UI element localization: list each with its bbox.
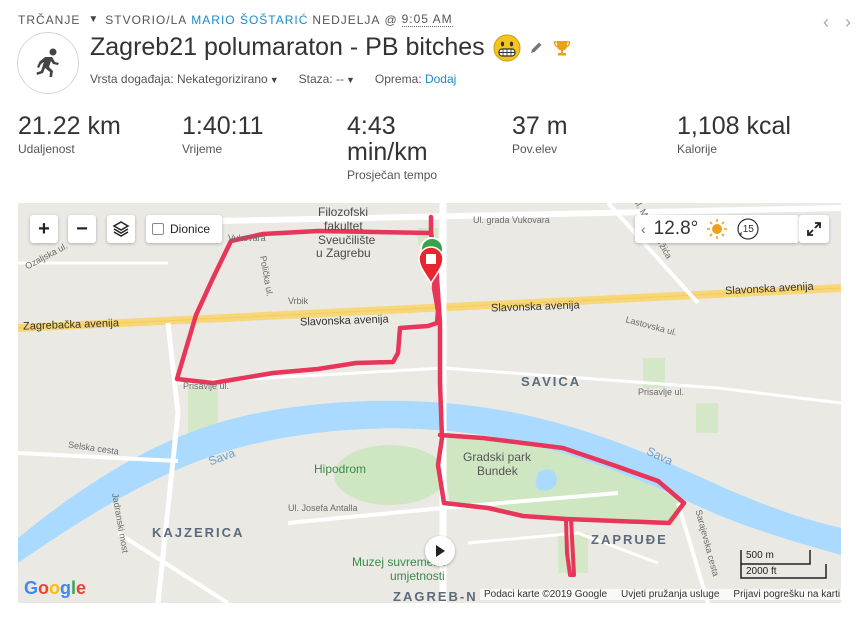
- play-icon: [436, 545, 445, 557]
- report-error-link[interactable]: Prijavi pogrešku na karti: [733, 589, 840, 600]
- map-footer: Podaci karte ©2019 Google Uvjeti pružanj…: [480, 589, 841, 600]
- activity-stats: 21.22 km Udaljenost 1:40:11 Vrijeme 4:43…: [18, 113, 848, 183]
- terms-link[interactable]: Uvjeti pružanja usluge: [621, 589, 719, 600]
- zoom-out-button[interactable]: −: [68, 215, 96, 243]
- stat-pace-unit: min/km: [347, 138, 428, 166]
- fullscreen-button[interactable]: [799, 215, 829, 243]
- running-icon: [36, 48, 59, 77]
- map-label: Sveučilište: [318, 233, 376, 247]
- play-route-button[interactable]: [425, 536, 455, 566]
- route-field[interactable]: Staza: -- ▼: [299, 72, 355, 86]
- next-activity-icon[interactable]: ›: [845, 12, 851, 33]
- created-by-label: STVORIO/LA: [105, 12, 188, 27]
- event-type-label: Vrsta događaja:: [90, 72, 174, 86]
- previous-activity-icon[interactable]: ‹: [823, 12, 829, 33]
- map-label: Ul. grada Vukovara: [473, 215, 550, 225]
- map-label: Gradski park: [463, 450, 532, 464]
- activity-time[interactable]: 9:05 AM: [401, 12, 453, 27]
- park-area: [696, 403, 718, 433]
- map-label: Hipodrom: [314, 462, 367, 476]
- route-map[interactable]: Filozofski fakultet Sveučilište u Zagreb…: [18, 203, 841, 603]
- map-label: Vukovara: [228, 233, 266, 243]
- stat-elevation-label: Pov.elev: [512, 142, 558, 156]
- route-value: --: [335, 72, 344, 86]
- activity-header-line: TRČANJE ▼ STVORIO/LA MARIO ŠOŠTARIĆ NEDJ…: [18, 12, 453, 27]
- activity-day: NEDJELJA: [312, 12, 381, 27]
- expand-icon: [807, 222, 821, 236]
- google-logo: Google: [24, 578, 87, 598]
- map-label-district: KAJZERICA: [152, 525, 245, 540]
- splits-toggle[interactable]: Dionice: [146, 215, 222, 243]
- stat-elevation-value: 37 m: [512, 112, 568, 140]
- grinning-emoji-icon: [493, 34, 521, 61]
- map-label: Prisavlje ul.: [183, 381, 230, 391]
- gear-label: Oprema:: [374, 72, 422, 86]
- stat-calories-value: 1,108 kcal: [677, 112, 791, 140]
- wind-indicator: 15: [736, 217, 760, 241]
- splits-label: Dionice: [170, 222, 211, 236]
- activity-title: Zagreb21 polumaraton - PB bitches: [90, 33, 485, 61]
- gear-field: Oprema: Dodaj: [375, 72, 456, 86]
- map-label: fakultet: [324, 219, 363, 233]
- add-gear-link[interactable]: Dodaj: [425, 72, 456, 86]
- map-label: Ul. Josefa Antalla: [288, 503, 358, 513]
- sun-icon: [707, 219, 728, 239]
- temperature-value: 12.8°: [653, 218, 699, 239]
- layers-button[interactable]: [107, 215, 135, 243]
- pencil-icon[interactable]: [529, 41, 543, 55]
- stat-elevation: 37 m Pov.elev: [512, 113, 568, 156]
- map-label-district: ZAPRUĐE: [591, 532, 668, 547]
- stat-time-label: Vrijeme: [182, 142, 223, 156]
- chevron-left-icon[interactable]: ‹: [641, 221, 646, 237]
- splits-checkbox[interactable]: [152, 223, 164, 235]
- map-label: Prisavlje ul.: [638, 387, 685, 397]
- activity-meta-row: Vrsta događaja: Nekategorizirano ▼ Staza:…: [90, 72, 456, 86]
- stat-distance-value: 21.22 km: [18, 112, 121, 140]
- stat-pace-label: Prosječan tempo: [347, 168, 438, 182]
- activity-type-avatar: [17, 32, 79, 94]
- activity-type-dropdown-icon[interactable]: ▼: [88, 14, 99, 25]
- map-label: Vrbik: [288, 296, 309, 306]
- stat-pace: 4:43 min/km Prosječan tempo: [347, 113, 437, 182]
- route-label: Staza:: [298, 72, 333, 86]
- scale-imperial: 2000 ft: [746, 566, 777, 577]
- event-type-field[interactable]: Vrsta događaja: Nekategorizirano ▼: [90, 72, 279, 86]
- weather-widget: ‹ 12.8° 15: [635, 215, 799, 243]
- trophy-icon[interactable]: [553, 39, 571, 57]
- stat-distance-label: Udaljenost: [18, 142, 75, 156]
- stat-calories: 1,108 kcal Kalorije: [677, 113, 791, 156]
- layers-icon: [112, 221, 130, 237]
- at-sign: @: [384, 12, 398, 27]
- zoom-in-button[interactable]: +: [30, 215, 58, 243]
- event-type-dropdown-icon[interactable]: ▼: [270, 75, 279, 85]
- map-label: u Zagrebu: [316, 246, 371, 260]
- activity-navigation: ‹ ›: [823, 12, 851, 33]
- route-dropdown-icon[interactable]: ▼: [346, 75, 355, 85]
- activity-title-row: Zagreb21 polumaraton - PB bitches: [90, 33, 571, 62]
- map-scale: 500 m 2000 ft: [740, 548, 830, 582]
- map-label-district: SAVICA: [521, 374, 582, 389]
- map-label-district: ZAGREB-N: [393, 589, 478, 603]
- stat-time: 1:40:11 Vrijeme: [182, 113, 264, 156]
- map-label: umjetnosti: [390, 569, 445, 583]
- map-data-attribution: Podaci karte ©2019 Google: [484, 589, 608, 600]
- stat-pace-value: 4:43: [347, 112, 396, 140]
- stat-calories-label: Kalorije: [677, 142, 718, 156]
- scale-metric: 500 m: [746, 550, 774, 561]
- stat-time-value: 1:40:11: [182, 112, 264, 140]
- activity-type: TRČANJE: [18, 12, 81, 27]
- map-label: Filozofski: [318, 205, 369, 219]
- event-type-value: Nekategorizirano: [176, 72, 268, 86]
- map-label: Bundek: [477, 464, 518, 478]
- author-link[interactable]: MARIO ŠOŠTARIĆ: [191, 13, 308, 27]
- stat-distance: 21.22 km Udaljenost: [18, 113, 121, 156]
- wind-speed-value: 15: [742, 223, 754, 235]
